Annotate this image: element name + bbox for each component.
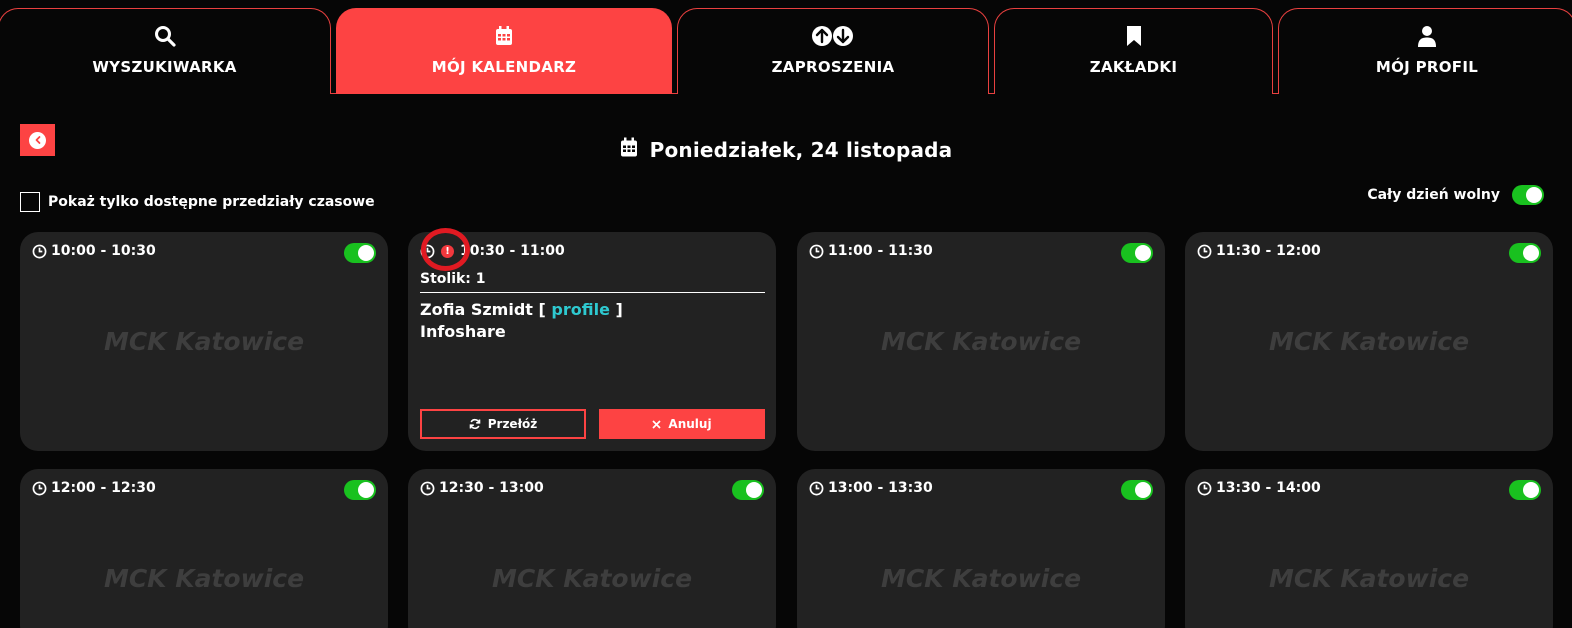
slot-availability-toggle[interactable] <box>1121 243 1153 263</box>
clock-icon <box>420 244 435 258</box>
search-icon <box>154 24 176 48</box>
tab-my-calendar[interactable]: MÓJ KALENDARZ <box>336 8 672 94</box>
time-slot-card: 13:00 - 13:30 MCK Katowice <box>797 469 1165 628</box>
alert-icon[interactable]: ! <box>441 244 454 258</box>
slot-time: 12:30 - 13:00 <box>420 480 544 496</box>
clock-icon <box>809 244 824 258</box>
tab-label: MÓJ PROFIL <box>1375 57 1479 76</box>
profile-link[interactable]: profile <box>551 300 610 319</box>
slot-venue: MCK Katowice <box>880 327 1082 356</box>
time-slot-card: 11:30 - 12:00 MCK Katowice <box>1185 232 1553 451</box>
main-tabs: WYSZUKIWARKA MÓJ KALENDARZ ZAPROSZENIA Z… <box>0 0 1572 94</box>
clock-icon <box>32 481 47 495</box>
attendee-company: Infoshare <box>420 322 506 341</box>
table-number: Stolik: 1 <box>420 271 486 287</box>
attendee-name: Zofia Szmidt [ profile ] <box>420 300 623 319</box>
available-only-filter[interactable]: Pokaż tylko dostępne przedziały czasowe <box>20 192 375 212</box>
slot-availability-toggle[interactable] <box>732 480 764 500</box>
clock-icon <box>1197 481 1212 495</box>
up-down-arrows-icon <box>811 24 855 48</box>
reschedule-button[interactable]: Przełóż <box>420 409 586 439</box>
date-heading: Poniedziałek, 24 listopada <box>0 137 1572 163</box>
refresh-icon <box>469 418 481 430</box>
slot-time: 13:00 - 13:30 <box>809 480 933 496</box>
tab-my-profile[interactable]: MÓJ PROFIL <box>1278 8 1572 94</box>
filter-label: Pokaż tylko dostępne przedziały czasowe <box>48 194 375 210</box>
time-slot-card-booked: ! 10:30 - 11:00 Stolik: 1 Zofia Szmidt [… <box>408 232 776 451</box>
slot-time: 11:30 - 12:00 <box>1197 243 1321 259</box>
slot-availability-toggle[interactable] <box>344 243 376 263</box>
clock-icon <box>32 244 47 258</box>
slot-venue: MCK Katowice <box>1268 327 1470 356</box>
time-slot-card: 11:00 - 11:30 MCK Katowice <box>797 232 1165 451</box>
slot-venue: MCK Katowice <box>880 564 1082 593</box>
slot-venue: MCK Katowice <box>103 564 305 593</box>
slot-time: 11:00 - 11:30 <box>809 243 933 259</box>
slot-venue: MCK Katowice <box>103 327 305 356</box>
tab-bookmarks[interactable]: ZAKŁADKI <box>994 8 1273 94</box>
close-icon <box>652 419 662 429</box>
slot-time: ! 10:30 - 11:00 <box>420 243 565 259</box>
slot-availability-toggle[interactable] <box>1509 243 1541 263</box>
time-slot-card: 10:00 - 10:30 MCK Katowice <box>20 232 388 451</box>
tab-label: ZAKŁADKI <box>1089 57 1178 76</box>
user-icon <box>1417 24 1437 48</box>
clock-icon <box>1197 244 1212 258</box>
bookmark-icon <box>1126 24 1142 48</box>
time-slot-card: 12:30 - 13:00 MCK Katowice <box>408 469 776 628</box>
tab-label: WYSZUKIWARKA <box>92 57 237 76</box>
day-off-control: Cały dzień wolny <box>1367 185 1544 205</box>
divider <box>420 292 765 293</box>
slot-time: 13:30 - 14:00 <box>1197 480 1321 496</box>
available-only-checkbox[interactable] <box>20 192 40 212</box>
cancel-meeting-button[interactable]: Anuluj <box>599 409 765 439</box>
slot-time: 12:00 - 12:30 <box>32 480 156 496</box>
slot-availability-toggle[interactable] <box>344 480 376 500</box>
tab-invitations[interactable]: ZAPROSZENIA <box>677 8 989 94</box>
day-off-label: Cały dzień wolny <box>1367 187 1500 203</box>
day-off-toggle[interactable] <box>1512 185 1544 205</box>
clock-icon <box>420 481 435 495</box>
tab-label: MÓJ KALENDARZ <box>431 57 577 76</box>
calendar-icon <box>620 137 638 163</box>
calendar-icon <box>495 24 513 48</box>
slot-venue: MCK Katowice <box>1268 564 1470 593</box>
slot-availability-toggle[interactable] <box>1121 480 1153 500</box>
tab-label: ZAPROSZENIA <box>771 57 895 76</box>
slot-availability-toggle[interactable] <box>1509 480 1541 500</box>
clock-icon <box>809 481 824 495</box>
date-text: Poniedziałek, 24 listopada <box>649 138 953 162</box>
time-slot-card: 13:30 - 14:00 MCK Katowice <box>1185 469 1553 628</box>
slot-venue: MCK Katowice <box>491 564 693 593</box>
tab-search[interactable]: WYSZUKIWARKA <box>0 8 331 94</box>
time-slot-card: 12:00 - 12:30 MCK Katowice <box>20 469 388 628</box>
slot-time: 10:00 - 10:30 <box>32 243 156 259</box>
